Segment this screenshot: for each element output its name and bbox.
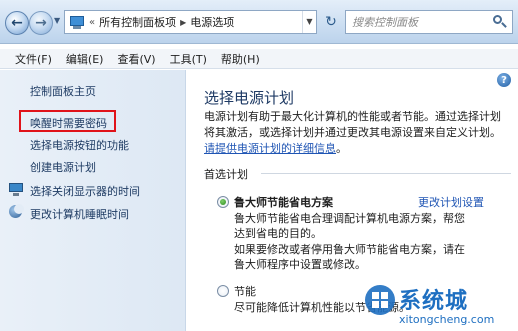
recent-pages-dropdown[interactable]: ▼ [54,16,60,25]
menu-help[interactable]: 帮助(H) [214,51,267,67]
monitor-icon [8,181,24,197]
plan-description-note: 如果要修改或者停用鲁大师节能省电方案，请在鲁大师程序中设置或修改。 [234,243,465,271]
breadcrumb-item-all-items[interactable]: 所有控制面板项 [99,14,176,30]
address-bar: ← → ▼ « 所有控制面板项 ▶ 电源选项 ▼ ↻ 搜索控制面板 [0,0,518,44]
watermark-title: 系统城 [399,289,469,314]
watermark: 系统城 xitongcheng.com [365,283,515,329]
plan-radio-ludashi[interactable] [217,196,229,208]
moon-icon [8,204,24,220]
breadcrumb[interactable]: « 所有控制面板项 ▶ 电源选项 ▼ [64,10,317,34]
address-dropdown-icon[interactable]: ▼ [302,11,316,33]
menu-bar: 文件(F) 编辑(E) 查看(V) 工具(T) 帮助(H) [0,49,518,69]
plan-description: 鲁大师节能省电合理调配计算机电源方案，帮您达到省电的目的。 [234,212,465,240]
search-icon[interactable] [493,15,507,29]
task-choose-power-button[interactable]: 选择电源按钮的功能 [30,137,129,153]
help-icon[interactable]: ? [497,73,511,87]
watermark-url: xitongcheng.com [399,313,495,326]
menu-edit[interactable]: 编辑(E) [59,51,111,67]
plan-name-power-saver[interactable]: 节能 [234,283,256,299]
breadcrumb-overflow[interactable]: « [89,17,95,28]
back-button[interactable]: ← [5,11,29,35]
search-input[interactable]: 搜索控制面板 [352,14,493,30]
menu-view[interactable]: 查看(V) [110,51,162,67]
breadcrumb-item-power-options[interactable]: 电源选项 [190,14,234,30]
forward-button[interactable]: → [29,11,53,35]
refresh-icon: ↻ [325,14,337,30]
plan-radio-power-saver[interactable] [217,285,229,297]
control-panel-home-link[interactable]: 控制面板主页 [30,83,96,99]
change-plan-settings-link[interactable]: 更改计划设置 [418,194,484,210]
description-text: 电源计划有助于最大化计算机的性能或者节能。通过选择计划将其激活，或选择计划并通过… [204,110,501,139]
page-description: 电源计划有助于最大化计算机的性能或者节能。通过选择计划将其激活，或选择计划并通过… [204,109,510,157]
task-sleep-time[interactable]: 更改计算机睡眠时间 [30,206,129,222]
menu-tools[interactable]: 工具(T) [163,51,214,67]
group-divider [261,173,511,174]
page-title: 选择电源计划 [204,89,295,107]
plan-details-link[interactable]: 请提供电源计划的详细信息 [204,142,336,155]
task-display-off-time[interactable]: 选择关闭显示器的时间 [30,183,140,199]
forward-arrow-icon: → [35,15,47,31]
search-box[interactable]: 搜索控制面板 [345,10,513,34]
breadcrumb-separator-icon[interactable]: ▶ [180,18,186,27]
left-nav-pane: 控制面板主页 唤醒时需要密码 选择电源按钮的功能 创建电源计划 选择关闭显示器的… [0,70,186,331]
menu-file[interactable]: 文件(F) [8,51,59,67]
description-end: 。 [336,142,347,155]
windows-logo-icon [365,285,395,315]
back-arrow-icon: ← [11,15,23,31]
task-create-power-plan[interactable]: 创建电源计划 [30,159,96,175]
refresh-button[interactable]: ↻ [320,10,342,34]
control-panel-icon [69,14,85,30]
preferred-plans-label: 首选计划 [204,168,248,181]
task-require-password-on-wakeup[interactable]: 唤醒时需要密码 [30,115,107,131]
plan-name-ludashi[interactable]: 鲁大师节能省电方案 [234,194,333,210]
